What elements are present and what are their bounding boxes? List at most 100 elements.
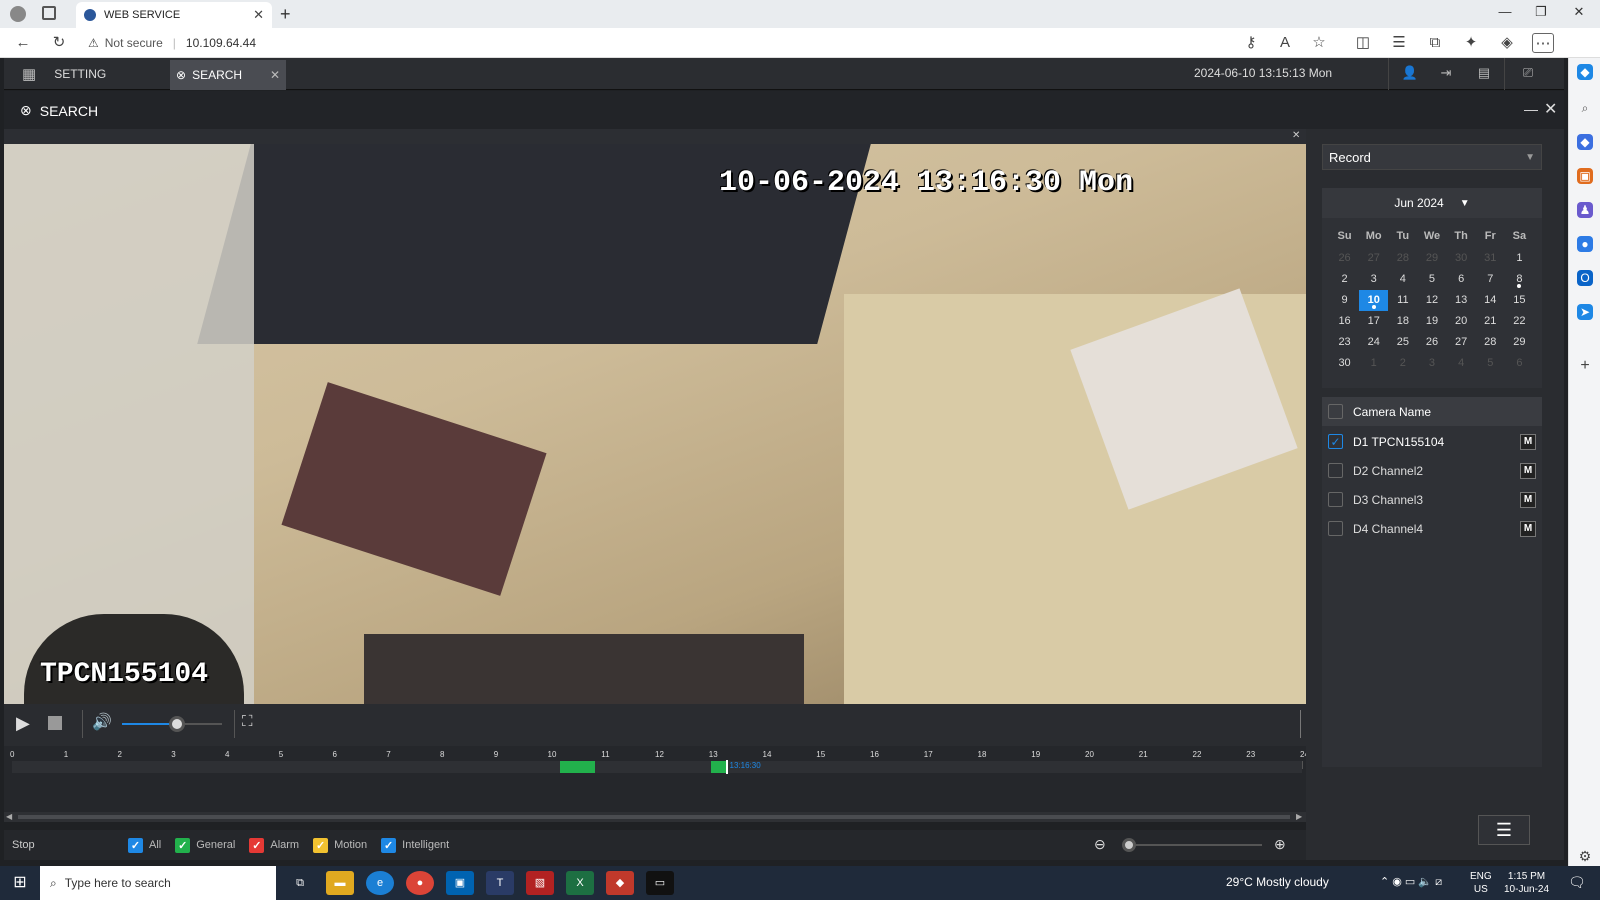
logout-icon[interactable]: ⇥ [1436, 65, 1456, 83]
calendar-day[interactable]: 18 [1388, 311, 1417, 332]
calendar-header[interactable]: Jun 2024 ▼ [1322, 188, 1542, 218]
file-explorer-icon[interactable]: ▬ [326, 871, 354, 895]
calendar-day[interactable]: 13 [1447, 290, 1476, 311]
scroll-thumb[interactable] [18, 815, 1290, 819]
input-language[interactable]: ENG US [1470, 870, 1492, 896]
camera-checkbox[interactable] [1328, 492, 1343, 507]
legend-checkbox[interactable]: ✓ [249, 837, 265, 853]
collections-icon[interactable]: ⧉ [1424, 33, 1446, 53]
camera-row[interactable]: D4 Channel4 M [1322, 514, 1542, 543]
live-view-icon[interactable]: ⎚ [1518, 65, 1538, 83]
read-aloud-icon[interactable]: A [1274, 33, 1296, 53]
new-tab-icon[interactable]: + [280, 4, 291, 25]
camera-checkbox[interactable] [1328, 521, 1343, 536]
tab-actions-icon[interactable] [42, 6, 56, 20]
terminal-icon[interactable]: ▭ [646, 871, 674, 895]
calendar-day[interactable]: 3 [1417, 353, 1446, 374]
calendar-day[interactable]: 24 [1359, 332, 1388, 353]
chrome-icon[interactable]: ● [406, 871, 434, 895]
calendar-day[interactable]: 5 [1476, 353, 1505, 374]
calendar-day[interactable]: 2 [1388, 353, 1417, 374]
drop-icon[interactable]: ➤ [1577, 304, 1593, 320]
legend-item[interactable]: ✓ Alarm [249, 837, 299, 853]
legend-checkbox[interactable]: ✓ [313, 837, 329, 853]
user-icon[interactable]: 👤 [1400, 65, 1420, 83]
zoom-out-icon[interactable]: ⊖ [1094, 836, 1106, 853]
fullscreen-icon[interactable]: ⛶ [242, 713, 253, 730]
split-screen-icon[interactable]: ◫ [1352, 33, 1374, 53]
task-view-icon[interactable]: ⧉ [286, 871, 314, 895]
edge-icon[interactable]: e [366, 871, 394, 895]
browser-essentials-icon[interactable]: ◈ [1496, 33, 1518, 53]
calendar-day[interactable]: 28 [1388, 248, 1417, 269]
select-all-checkbox[interactable] [1328, 404, 1343, 419]
shopping-icon[interactable]: ◆ [1577, 134, 1593, 150]
calendar-dropdown-icon[interactable]: ▼ [1460, 198, 1470, 209]
games-icon[interactable]: ♟ [1577, 202, 1593, 218]
calendar-day[interactable]: 7 [1476, 269, 1505, 290]
minimize-icon[interactable]: — [1490, 4, 1520, 24]
calendar-day[interactable]: 23 [1330, 332, 1359, 353]
calendar-day[interactable]: 5 [1417, 269, 1446, 290]
calendar-day[interactable]: 29 [1505, 332, 1534, 353]
more-menu-icon[interactable]: ⋯ [1532, 33, 1554, 53]
sidebar-settings-icon[interactable]: ⚙ [1577, 848, 1593, 864]
camera-stream-button[interactable]: M [1520, 491, 1536, 508]
calendar-day[interactable]: 28 [1476, 332, 1505, 353]
layout-icon[interactable]: ▤ [1474, 65, 1494, 83]
tools-icon[interactable]: ▣ [1577, 168, 1593, 184]
stop-icon[interactable] [48, 716, 62, 730]
volume-icon[interactable]: 🔊 [92, 712, 112, 732]
panel-minimize-icon[interactable]: — [1524, 101, 1538, 117]
excel-icon[interactable]: X [566, 871, 594, 895]
extensions-icon[interactable]: ✦ [1460, 33, 1482, 53]
calendar-day[interactable]: 26 [1417, 332, 1446, 353]
calendar-day[interactable]: 25 [1388, 332, 1417, 353]
calendar-day[interactable]: 17 [1359, 311, 1388, 332]
timeline-track[interactable] [12, 761, 1302, 773]
calendar-day[interactable]: 21 [1476, 311, 1505, 332]
calendar-day[interactable]: 26 [1330, 248, 1359, 269]
calendar-day[interactable]: 16 [1330, 311, 1359, 332]
scroll-right-icon[interactable]: ▶ [1296, 812, 1302, 821]
browser-tab[interactable]: WEB SERVICE ✕ [76, 2, 272, 28]
legend-item[interactable]: ✓ Motion [313, 837, 367, 853]
calendar-day[interactable]: 14 [1476, 290, 1505, 311]
calendar-day[interactable]: 11 [1388, 290, 1417, 311]
timeline-scrollbar[interactable]: ◀ ▶ [4, 812, 1306, 822]
calendar-day[interactable]: 27 [1447, 332, 1476, 353]
tab-close-icon[interactable]: ✕ [253, 7, 264, 23]
copilot-icon[interactable]: ◆ [1577, 64, 1593, 80]
camera-stream-button[interactable]: M [1520, 520, 1536, 537]
tray-icons[interactable]: ⌃ ◉ ▭ 🔈 ⧄ [1380, 875, 1442, 889]
calendar-day[interactable]: 15 [1505, 290, 1534, 311]
legend-checkbox[interactable]: ✓ [175, 837, 191, 853]
sidebar-search-icon[interactable]: ⌕ [1577, 100, 1593, 116]
calendar-day[interactable]: 3 [1359, 269, 1388, 290]
calendar-day[interactable]: 30 [1330, 353, 1359, 374]
calendar-day[interactable]: 19 [1417, 311, 1446, 332]
outlook-icon[interactable]: O [1577, 270, 1593, 286]
windows-start-icon[interactable]: ⊞ [8, 872, 32, 894]
legend-item[interactable]: ✓ All [128, 837, 161, 853]
camera-row[interactable]: ✓ D1 TPCN155104 M [1322, 427, 1542, 456]
profile-icon[interactable] [10, 6, 26, 22]
camera-stream-button[interactable]: M [1520, 462, 1536, 479]
legend-checkbox[interactable]: ✓ [381, 837, 397, 853]
calendar-day[interactable]: 20 [1447, 311, 1476, 332]
password-key-icon[interactable]: ⚷ [1240, 33, 1262, 53]
tab-search[interactable]: ⊗ SEARCH ✕ [170, 60, 286, 90]
play-icon[interactable]: ▶ [16, 713, 30, 734]
timeline-record-segment[interactable] [560, 761, 596, 773]
timeline-record-segment[interactable] [710, 761, 727, 773]
video-frame[interactable]: 10-06-2024 13:16:30 Mon TPCN155104 [4, 144, 1306, 704]
legend-item[interactable]: ✓ Intelligent [381, 837, 449, 853]
camera-row[interactable]: D3 Channel3 M [1322, 485, 1542, 514]
favorites-icon[interactable]: ☰ [1388, 33, 1410, 53]
search-tab-close-icon[interactable]: ✕ [270, 68, 280, 82]
store-icon[interactable]: ▣ [446, 871, 474, 895]
camera-checkbox[interactable] [1328, 463, 1343, 478]
calendar-day[interactable]: 2 [1330, 269, 1359, 290]
calendar-day[interactable]: 22 [1505, 311, 1534, 332]
record-type-select[interactable]: Record ▼ [1322, 144, 1542, 170]
